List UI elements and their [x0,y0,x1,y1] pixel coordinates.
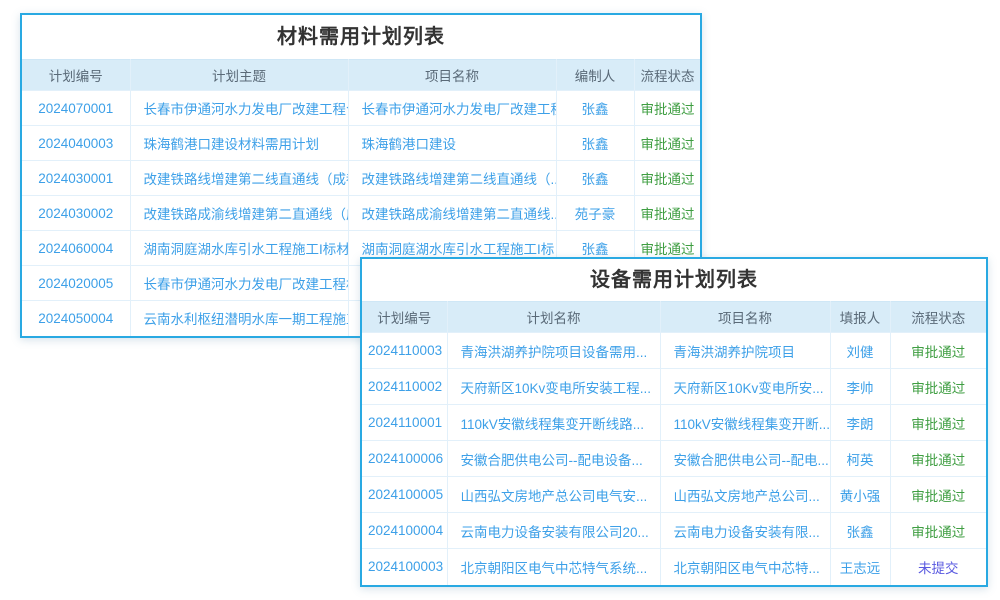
cell-person: 张鑫 [830,513,890,549]
cell-plan-no[interactable]: 2024110002 [362,369,447,405]
header-row: 计划编号计划主题项目名称编制人流程状态 [22,60,700,91]
cell-person: 黄小强 [830,477,890,513]
cell-plan-title[interactable]: 改建铁路线增建第二线直通线（成都... [130,161,348,196]
cell-status: 审批通过 [634,126,700,161]
column-header: 计划名称 [447,302,660,333]
cell-plan-title[interactable]: 青海洪湖养护院项目设备需用... [447,333,660,369]
equipment-plan-table: 计划编号计划名称项目名称填报人流程状态2024110003青海洪湖养护院项目设备… [362,301,986,585]
cell-project-name[interactable]: 改建铁路成渝线增建第二直通线... [348,196,556,231]
table-row: 2024030002改建铁路成渝线增建第二直通线（成...改建铁路成渝线增建第二… [22,196,700,231]
table-row: 2024040003珠海鹤港口建设材料需用计划珠海鹤港口建设张鑫审批通过 [22,126,700,161]
cell-project-name[interactable]: 云南电力设备安装有限... [660,513,830,549]
cell-plan-no[interactable]: 2024020005 [22,266,130,301]
cell-plan-title[interactable]: 山西弘文房地产总公司电气安... [447,477,660,513]
cell-status: 审批通过 [634,91,700,126]
cell-plan-no[interactable]: 2024030002 [22,196,130,231]
equipment-plan-panel: 设备需用计划列表 计划编号计划名称项目名称填报人流程状态2024110003青海… [360,257,988,587]
cell-plan-title[interactable]: 改建铁路成渝线增建第二直通线（成... [130,196,348,231]
cell-status: 审批通过 [890,513,986,549]
cell-plan-no[interactable]: 2024100003 [362,549,447,585]
table-row: 2024100004云南电力设备安装有限公司20...云南电力设备安装有限...… [362,513,986,549]
cell-person: 柯英 [830,441,890,477]
cell-plan-title[interactable]: 110kV安徽线程集变开断线路... [447,405,660,441]
cell-person: 刘健 [830,333,890,369]
cell-status: 未提交 [890,549,986,585]
cell-project-name[interactable]: 珠海鹤港口建设 [348,126,556,161]
cell-status: 审批通过 [634,161,700,196]
cell-status: 审批通过 [890,333,986,369]
cell-project-name[interactable]: 天府新区10Kv变电所安... [660,369,830,405]
cell-person: 李帅 [830,369,890,405]
cell-person: 王志远 [830,549,890,585]
cell-person: 苑子豪 [556,196,634,231]
table-row: 2024030001改建铁路线增建第二线直通线（成都...改建铁路线增建第二线直… [22,161,700,196]
cell-project-name[interactable]: 安徽合肥供电公司--配电... [660,441,830,477]
table-row: 2024100003北京朝阳区电气中芯特气系统...北京朝阳区电气中芯特...王… [362,549,986,585]
cell-plan-no[interactable]: 2024100006 [362,441,447,477]
cell-plan-title[interactable]: 安徽合肥供电公司--配电设备... [447,441,660,477]
column-header: 计划编号 [362,302,447,333]
cell-person: 张鑫 [556,161,634,196]
cell-plan-no[interactable]: 2024110003 [362,333,447,369]
column-header: 填报人 [830,302,890,333]
table-row: 2024110001110kV安徽线程集变开断线路...110kV安徽线程集变开… [362,405,986,441]
cell-plan-title[interactable]: 长春市伊通河水力发电厂改建工程材... [130,266,348,301]
cell-project-name[interactable]: 青海洪湖养护院项目 [660,333,830,369]
cell-plan-no[interactable]: 2024100005 [362,477,447,513]
table-row: 2024110003青海洪湖养护院项目设备需用...青海洪湖养护院项目刘健审批通… [362,333,986,369]
column-header: 计划主题 [130,60,348,91]
cell-person: 张鑫 [556,91,634,126]
cell-plan-no[interactable]: 2024040003 [22,126,130,161]
table-row: 2024110002天府新区10Kv变电所安装工程...天府新区10Kv变电所安… [362,369,986,405]
header-row: 计划编号计划名称项目名称填报人流程状态 [362,302,986,333]
cell-person: 李朗 [830,405,890,441]
cell-status: 审批通过 [634,196,700,231]
material-plan-title: 材料需用计划列表 [22,15,700,59]
cell-project-name[interactable]: 110kV安徽线程集变开断... [660,405,830,441]
cell-plan-title[interactable]: 云南电力设备安装有限公司20... [447,513,660,549]
cell-status: 审批通过 [890,441,986,477]
cell-project-name[interactable]: 山西弘文房地产总公司... [660,477,830,513]
cell-project-name[interactable]: 改建铁路线增建第二线直通线（... [348,161,556,196]
cell-plan-no[interactable]: 2024060004 [22,231,130,266]
cell-status: 审批通过 [890,369,986,405]
column-header: 流程状态 [890,302,986,333]
cell-plan-title[interactable]: 天府新区10Kv变电所安装工程... [447,369,660,405]
column-header: 编制人 [556,60,634,91]
cell-project-name[interactable]: 长春市伊通河水力发电厂改建工程 [348,91,556,126]
table-row: 2024100005山西弘文房地产总公司电气安...山西弘文房地产总公司...黄… [362,477,986,513]
column-header: 流程状态 [634,60,700,91]
cell-plan-title[interactable]: 长春市伊通河水力发电厂改建工程合... [130,91,348,126]
cell-plan-title[interactable]: 北京朝阳区电气中芯特气系统... [447,549,660,585]
column-header: 项目名称 [348,60,556,91]
table-row: 2024070001长春市伊通河水力发电厂改建工程合...长春市伊通河水力发电厂… [22,91,700,126]
cell-plan-title[interactable]: 珠海鹤港口建设材料需用计划 [130,126,348,161]
cell-project-name[interactable]: 北京朝阳区电气中芯特... [660,549,830,585]
cell-plan-no[interactable]: 2024050004 [22,301,130,336]
table-row: 2024100006安徽合肥供电公司--配电设备...安徽合肥供电公司--配电.… [362,441,986,477]
cell-plan-title[interactable]: 云南水利枢纽潜明水库一期工程施工... [130,301,348,336]
cell-plan-no[interactable]: 2024030001 [22,161,130,196]
equipment-plan-title: 设备需用计划列表 [362,259,986,301]
cell-plan-title[interactable]: 湖南洞庭湖水库引水工程施工I标材... [130,231,348,266]
cell-status: 审批通过 [890,405,986,441]
cell-plan-no[interactable]: 2024110001 [362,405,447,441]
column-header: 项目名称 [660,302,830,333]
column-header: 计划编号 [22,60,130,91]
cell-plan-no[interactable]: 2024100004 [362,513,447,549]
cell-plan-no[interactable]: 2024070001 [22,91,130,126]
cell-person: 张鑫 [556,126,634,161]
cell-status: 审批通过 [890,477,986,513]
